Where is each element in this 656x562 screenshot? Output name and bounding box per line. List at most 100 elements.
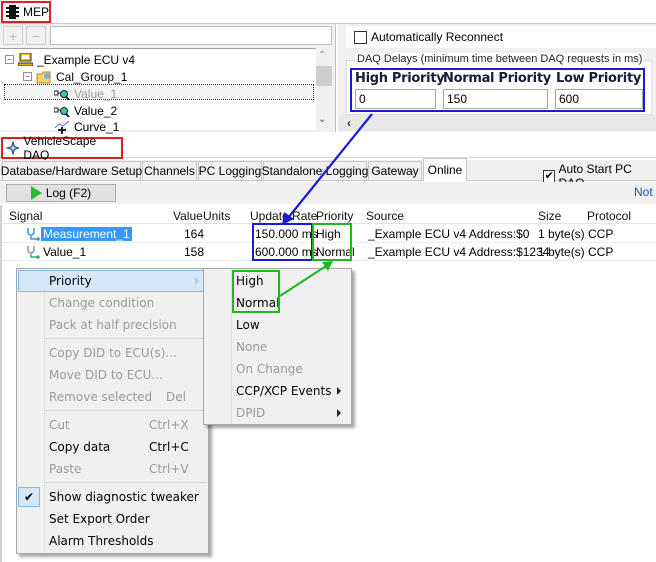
submenu-item-ccp-xcp-events[interactable]: CCP/XCP Events — [236, 380, 331, 402]
mep-title-text: MEP — [22, 5, 49, 19]
submenu-priority-highlight — [232, 270, 280, 313]
tree-item-label: Value_2 — [74, 103, 118, 118]
menu-item-priority[interactable]: Priority — [18, 270, 207, 292]
tree-item-cal-group[interactable]: − Cal_Group_1 — [23, 68, 127, 85]
tree-item-label: _Example ECU v4 — [37, 52, 136, 67]
tab-pc-logging[interactable]: PC Logging — [198, 161, 262, 181]
remove-button[interactable]: − — [26, 26, 46, 45]
add-button[interactable]: + — [3, 26, 23, 45]
menu-item-label: Priority — [49, 274, 92, 288]
plus-icon: + — [8, 27, 18, 44]
menu-item-pack-half-precision[interactable]: Pack at half precision — [49, 314, 177, 336]
tab-channels[interactable]: Channels — [142, 161, 197, 181]
column-protocol[interactable]: Protocol — [587, 209, 631, 223]
collapse-icon[interactable]: − — [5, 55, 14, 64]
auto-reconnect-row: Automatically Reconnect — [346, 26, 656, 48]
tree-scroll-thumb[interactable] — [316, 66, 332, 86]
menu-separator — [45, 338, 207, 339]
submenu-item-on-change[interactable]: On Change — [236, 358, 303, 380]
status-text: Not — [634, 185, 653, 199]
menu-item-cut[interactable]: Cut — [49, 414, 70, 436]
filter-input[interactable] — [50, 26, 332, 45]
tree-item-value-2[interactable]: Value_2 — [54, 102, 117, 119]
submenu-item-dpid[interactable]: DPID — [236, 402, 265, 424]
tree-selection-focus — [4, 84, 314, 100]
tab-online[interactable]: Online — [423, 158, 467, 182]
menu-separator — [45, 410, 207, 411]
stethoscope-icon — [27, 246, 40, 259]
menu-item-change-condition[interactable]: Change condition — [49, 292, 154, 314]
menu-item-paste[interactable]: Paste — [49, 458, 81, 480]
stethoscope-icon — [27, 228, 40, 241]
update-rate-highlight — [252, 223, 313, 261]
tree-item-ecu[interactable]: − _Example ECU v4 — [5, 51, 135, 68]
minus-icon: − — [31, 27, 41, 44]
shortcut-del: Del — [166, 390, 186, 404]
log-button[interactable]: Log (F2) — [6, 184, 116, 202]
column-units[interactable]: Units — [203, 209, 230, 223]
tab-standalone-logging[interactable]: Standalone Logging — [262, 161, 368, 181]
play-icon — [30, 186, 42, 200]
menu-separator — [45, 482, 207, 483]
tree-item-curve-1[interactable]: Curve_1 — [54, 118, 119, 135]
daq-delays-highlight — [350, 68, 645, 112]
submenu-arrow-icon — [337, 409, 341, 417]
submenu-arrow-icon — [195, 277, 199, 285]
folder-icon — [36, 71, 51, 83]
connection-hscrollbar[interactable] — [338, 115, 656, 131]
signal-protocol: CCP — [588, 227, 614, 241]
auto-reconnect-checkbox[interactable] — [354, 30, 367, 44]
daq-delays-legend: DAQ Delays (minimum time between DAQ req… — [355, 53, 645, 65]
value-icon — [54, 89, 70, 100]
scroll-left-icon[interactable]: ‹ — [342, 115, 356, 131]
signal-size: 1 byte(s) — [538, 245, 585, 259]
submenu-arrow-icon — [337, 387, 341, 395]
scroll-down-icon[interactable]: ⌄ — [318, 114, 326, 125]
tab-database-hardware-setup[interactable]: Database/Hardware Setup — [1, 161, 142, 181]
auto-reconnect-label: Automatically Reconnect — [371, 30, 504, 44]
menu-item-move-did[interactable]: Move DID to ECU... — [49, 364, 163, 386]
column-update-rate[interactable]: Update Rate — [250, 209, 317, 223]
compass-icon — [6, 141, 20, 155]
computer-icon — [18, 53, 33, 66]
daq-title-text: VehicleScape DAQ — [23, 134, 97, 162]
collapse-icon[interactable]: − — [23, 72, 32, 81]
column-priority[interactable]: Priority — [316, 209, 353, 223]
signal-source: _Example ECU v4 Address:$1234 — [368, 245, 550, 259]
tree-item-value-1[interactable]: Value_1 — [54, 85, 117, 102]
signal-name[interactable]: Value_1 — [43, 245, 86, 259]
checkmark-icon: ✔ — [18, 487, 40, 507]
shortcut-ctrl-v: Ctrl+V — [149, 462, 189, 476]
submenu-item-low[interactable]: Low — [236, 314, 260, 336]
mep-panel-title: MEP — [1, 1, 51, 23]
submenu-item-none[interactable]: None — [236, 336, 267, 358]
signal-name[interactable]: Measurement_1 — [41, 227, 132, 241]
column-value[interactable]: Value — [173, 209, 203, 223]
curve-icon — [54, 120, 70, 134]
scroll-up-icon[interactable]: ⌃ — [318, 50, 326, 61]
signal-source: _Example ECU v4 Address:$0 — [368, 227, 530, 241]
shortcut-ctrl-c: Ctrl+C — [149, 440, 189, 454]
menu-item-copy-data[interactable]: Copy data — [49, 436, 110, 458]
menu-gutter — [44, 269, 45, 553]
signal-value: 164 — [184, 227, 205, 241]
log-button-label: Log (F2) — [45, 186, 92, 200]
tree-item-label: Cal_Group_1 — [56, 69, 128, 84]
signal-protocol: CCP — [588, 245, 614, 259]
tab-gateway[interactable]: Gateway — [368, 161, 422, 181]
daq-panel-title: VehicleScape DAQ — [1, 134, 123, 162]
column-size[interactable]: Size — [538, 209, 561, 223]
priority-highlight — [312, 223, 352, 261]
column-signal[interactable]: Signal — [9, 209, 42, 223]
menu-item-show-diagnostic-tweaker[interactable]: Show diagnostic tweaker — [49, 486, 199, 508]
shortcut-ctrl-x: Ctrl+X — [149, 418, 189, 432]
mep-header — [0, 0, 656, 24]
menu-item-alarm-thresholds[interactable]: Alarm Thresholds — [49, 530, 154, 552]
auto-start-checkbox[interactable]: ✔ — [543, 169, 556, 183]
column-source[interactable]: Source — [366, 209, 404, 223]
tree-item-label: Curve_1 — [74, 119, 120, 134]
menu-item-remove-selected[interactable]: Remove selected — [49, 386, 152, 408]
signal-value: 158 — [184, 245, 205, 259]
menu-item-set-export-order[interactable]: Set Export Order — [49, 508, 150, 530]
menu-item-copy-did[interactable]: Copy DID to ECU(s)... — [49, 342, 177, 364]
